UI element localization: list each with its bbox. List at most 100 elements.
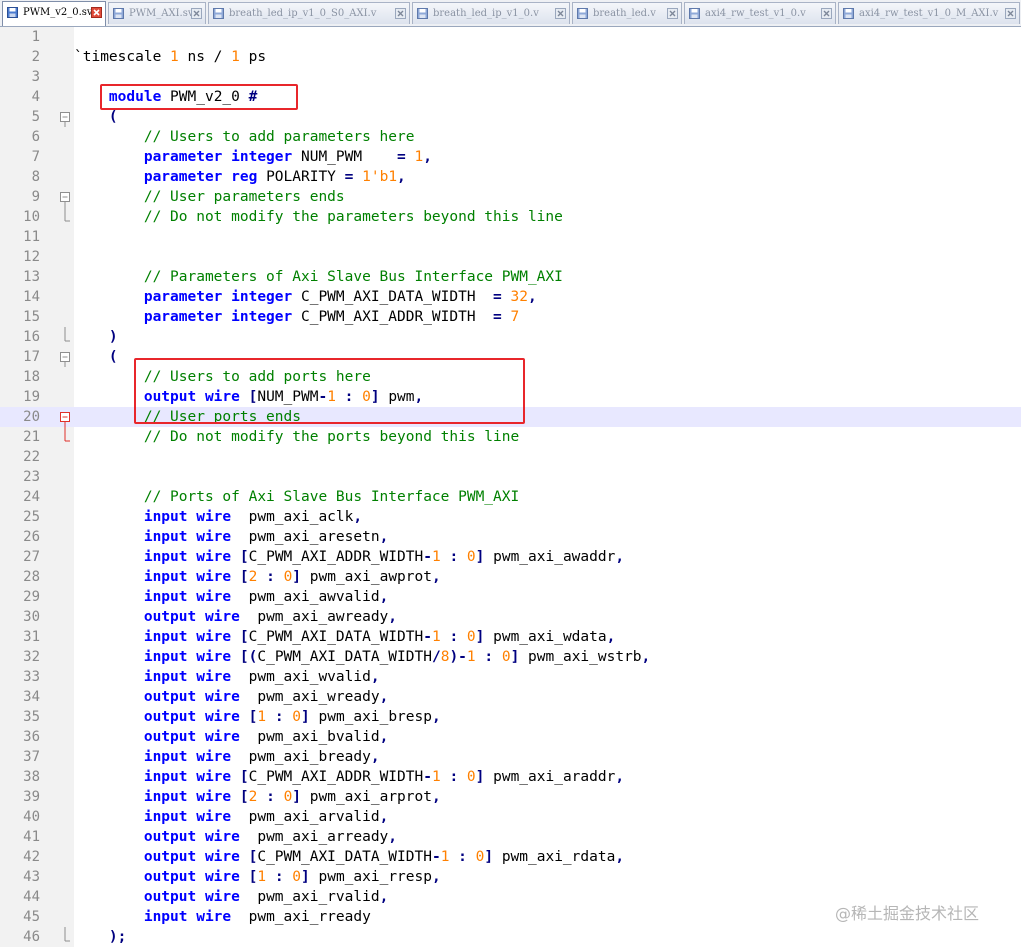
code-token: ,: [379, 729, 389, 745]
line-number: 9: [31, 189, 40, 205]
code-line[interactable]: 39 input wire [2 : 0] pwm_axi_arprot,: [0, 787, 1021, 807]
code-line[interactable]: 15 parameter integer C_PWM_AXI_ADDR_WIDT…: [0, 307, 1021, 327]
code-line[interactable]: 26 input wire pwm_axi_aresetn,: [0, 527, 1021, 547]
close-icon[interactable]: [395, 8, 406, 19]
code-line[interactable]: 11: [0, 227, 1021, 247]
code-token: 1: [231, 49, 240, 65]
code-line[interactable]: 7 parameter integer NUM_PWM = 1,: [0, 147, 1021, 167]
code-line[interactable]: 25 input wire pwm_axi_aclk,: [0, 507, 1021, 527]
code-token: input wire: [143, 749, 232, 765]
code-line[interactable]: 34 output wire pwm_axi_wready,: [0, 687, 1021, 707]
fold-collapse-icon[interactable]: [59, 347, 71, 367]
close-icon[interactable]: [191, 8, 202, 19]
code-line[interactable]: 16 ): [0, 327, 1021, 347]
code-token: ,: [388, 829, 398, 845]
code-line[interactable]: 40 input wire pwm_axi_arvalid,: [0, 807, 1021, 827]
code-text: output wire pwm_axi_wready,: [74, 687, 388, 707]
tab-pwm-axi-sv[interactable]: PWM_AXI.sv: [108, 2, 206, 24]
code-line[interactable]: 36 output wire pwm_axi_bvalid,: [0, 727, 1021, 747]
code-token: [: [239, 569, 249, 585]
code-line[interactable]: 6 // Users to add parameters here: [0, 127, 1021, 147]
close-icon[interactable]: [821, 8, 832, 19]
code-line[interactable]: 10 // Do not modify the parameters beyon…: [0, 207, 1021, 227]
code-token: 1: [466, 649, 476, 665]
code-text: parameter integer NUM_PWM = 1,: [74, 147, 432, 167]
code-line[interactable]: 29 input wire pwm_axi_awvalid,: [0, 587, 1021, 607]
code-token: :: [266, 569, 275, 585]
code-line[interactable]: 21 // Do not modify the ports beyond thi…: [0, 427, 1021, 447]
code-line[interactable]: 33 input wire pwm_axi_wvalid,: [0, 667, 1021, 687]
close-icon[interactable]: [91, 7, 102, 18]
tab-breath-led[interactable]: breath_led.v: [572, 2, 682, 24]
close-icon[interactable]: [555, 8, 566, 19]
code-line[interactable]: 46 );: [0, 927, 1021, 947]
code-line[interactable]: 24 // Ports of Axi Slave Bus Interface P…: [0, 487, 1021, 507]
fold-collapse-icon[interactable]: [59, 407, 71, 427]
code-text: output wire [1 : 0] pwm_axi_bresp,: [74, 707, 441, 727]
code-line[interactable]: 41 output wire pwm_axi_arready,: [0, 827, 1021, 847]
fold-end-icon: [64, 927, 70, 942]
tab-axi4-rw-test-m-axi[interactable]: axi4_rw_test_v1_0_M_AXI.v: [838, 2, 1020, 24]
code-line[interactable]: 27 input wire [C_PWM_AXI_ADDR_WIDTH-1 : …: [0, 547, 1021, 567]
code-line[interactable]: 14 parameter integer C_PWM_AXI_DATA_WIDT…: [0, 287, 1021, 307]
tab-pwm-v2-0-sv[interactable]: PWM_v2_0.sv: [2, 1, 106, 26]
code-line[interactable]: 42 output wire [C_PWM_AXI_DATA_WIDTH-1 :…: [0, 847, 1021, 867]
code-line[interactable]: 13 // Parameters of Axi Slave Bus Interf…: [0, 267, 1021, 287]
close-icon[interactable]: [667, 8, 678, 19]
code-token: input wire: [143, 549, 232, 565]
code-token: pwm_axi_bvalid: [239, 729, 380, 745]
code-token: output wire: [143, 849, 240, 865]
line-number: 44: [23, 889, 40, 905]
code-line[interactable]: 30 output wire pwm_axi_awready,: [0, 607, 1021, 627]
code-token: pwm_axi_arprot: [301, 789, 432, 805]
fold-collapse-icon[interactable]: [59, 107, 71, 127]
line-number: 5: [31, 109, 40, 125]
code-line[interactable]: 43 output wire [1 : 0] pwm_axi_rresp,: [0, 867, 1021, 887]
close-icon[interactable]: [1005, 8, 1016, 19]
code-line[interactable]: 2 `timescale 1 ns / 1 ps: [0, 47, 1021, 67]
code-token: =: [397, 149, 406, 165]
code-line[interactable]: 8 parameter reg POLARITY = 1'b1,: [0, 167, 1021, 187]
code-token: C_PWM_AXI_DATA_WIDTH: [257, 649, 432, 665]
code-text: // Parameters of Axi Slave Bus Interface…: [74, 267, 563, 287]
code-line[interactable]: 9 // User parameters ends: [0, 187, 1021, 207]
code-line[interactable]: 1: [0, 27, 1021, 47]
code-token: ,: [615, 769, 625, 785]
code-line[interactable]: 38 input wire [C_PWM_AXI_ADDR_WIDTH-1 : …: [0, 767, 1021, 787]
code-line[interactable]: 31 input wire [C_PWM_AXI_DATA_WIDTH-1 : …: [0, 627, 1021, 647]
code-line[interactable]: 22: [0, 447, 1021, 467]
line-number: 12: [23, 249, 40, 265]
code-line[interactable]: 5 (: [0, 107, 1021, 127]
tab-breath-led-ip-v1-0[interactable]: breath_led_ip_v1_0.v: [412, 2, 570, 24]
code-line[interactable]: 35 output wire [1 : 0] pwm_axi_bresp,: [0, 707, 1021, 727]
code-token: :: [266, 789, 275, 805]
code-text: (: [74, 107, 118, 127]
code-line[interactable]: 12: [0, 247, 1021, 267]
tab-breath-led-ip-s0-axi[interactable]: breath_led_ip_v1_0_S0_AXI.v: [208, 2, 410, 24]
code-line[interactable]: 37 input wire pwm_axi_bready,: [0, 747, 1021, 767]
code-token: pwm_axi_awvalid: [231, 589, 380, 605]
code-line[interactable]: 32 input wire [(C_PWM_AXI_DATA_WIDTH/8)-…: [0, 647, 1021, 667]
line-number: 36: [23, 729, 40, 745]
line-number: 13: [23, 269, 40, 285]
code-editor[interactable]: 1 2 `timescale 1 ns / 1 ps 3 4 module PWM_v2…: [0, 27, 1021, 947]
line-number: 35: [23, 709, 40, 725]
code-token: ,: [606, 629, 616, 645]
line-number: 25: [23, 509, 40, 525]
tab-axi4-rw-test-v1-0[interactable]: axi4_rw_test_v1_0.v: [684, 2, 836, 24]
code-line[interactable]: 23: [0, 467, 1021, 487]
fold-collapse-icon[interactable]: [59, 187, 71, 207]
code-line[interactable]: 28 input wire [2 : 0] pwm_axi_awprot,: [0, 567, 1021, 587]
code-token: input wire: [143, 789, 232, 805]
line-number: 32: [23, 649, 40, 665]
